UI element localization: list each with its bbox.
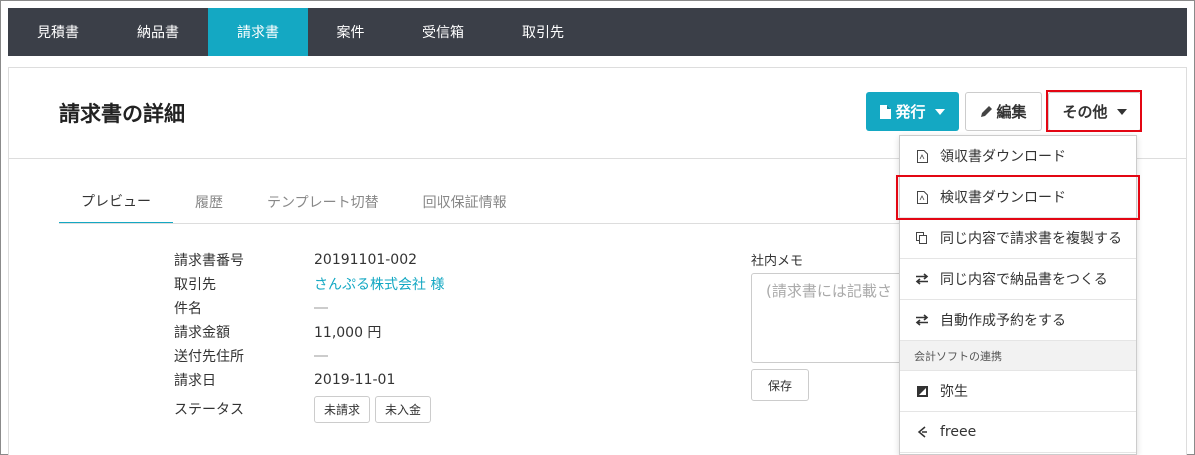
menu-item-freee[interactable]: freee <box>900 412 1136 453</box>
status-badge-unbilled[interactable]: 未請求 <box>314 395 371 423</box>
highlight-box-inspection <box>896 175 1140 220</box>
status-badges: 未請求 未入金 <box>314 395 436 423</box>
menu-item-label: 同じ内容で納品書をつくる <box>940 272 1108 288</box>
amount-value: 11,000 円 <box>314 325 382 341</box>
menu-item-auto-schedule[interactable]: 自動作成予約をする <box>900 300 1136 341</box>
detail-label: 送付先住所 <box>174 349 244 365</box>
menu-item-yayoi[interactable]: 弥生 <box>900 371 1136 412</box>
client-link[interactable]: さんぷる株式会社 様 <box>314 274 444 294</box>
detail-row-number: 請求書番号 20191101-002 <box>174 248 444 272</box>
nav-tab-estimates[interactable]: 見積書 <box>8 8 108 56</box>
top-nav: 見積書 納品書 請求書 案件 受信箱 取引先 <box>8 8 1187 56</box>
nav-tab-projects[interactable]: 案件 <box>308 8 393 56</box>
issue-button[interactable]: 発行 <box>866 92 959 131</box>
memo-input[interactable]: (請求書には記載さ <box>751 273 911 363</box>
chevron-down-icon <box>934 108 945 115</box>
memo-label: 社内メモ <box>751 254 804 269</box>
pencil-icon <box>980 105 993 118</box>
detail-label: 件名 <box>174 301 202 317</box>
tab-preview[interactable]: プレビュー <box>59 180 173 224</box>
nav-tab-delivery[interactable]: 納品書 <box>108 8 208 56</box>
detail-label: ステータス <box>174 402 244 418</box>
menu-item-create-delivery[interactable]: 同じ内容で納品書をつくる <box>900 259 1136 300</box>
invoice-details: 請求書番号 20191101-002 取引先 さんぷる株式会社 様 件名 ― 請… <box>174 248 444 426</box>
menu-item-receipt-download[interactable]: 領収書ダウンロード <box>900 136 1136 177</box>
status-badge-unpaid[interactable]: 未入金 <box>375 395 432 423</box>
copy-icon <box>914 232 930 244</box>
detail-row-date: 請求日 2019-11-01 <box>174 368 444 392</box>
tab-guarantee[interactable]: 回収保証情報 <box>401 180 529 224</box>
menu-item-label: 弥生 <box>940 384 968 400</box>
pdf-icon <box>914 149 930 163</box>
exchange-icon <box>914 314 930 326</box>
date-value: 2019-11-01 <box>314 372 396 388</box>
menu-item-label: 領収書ダウンロード <box>940 149 1066 165</box>
menu-item-duplicate-invoice[interactable]: 同じ内容で請求書を複製する <box>900 218 1136 259</box>
edit-button-label: 編集 <box>996 103 1027 121</box>
subject-value: ― <box>314 300 328 316</box>
invoice-number-value: 20191101-002 <box>314 252 418 268</box>
detail-tabs: プレビュー 履歴 テンプレート切替 回収保証情報 <box>59 180 529 224</box>
exchange-icon <box>914 273 930 285</box>
detail-label: 請求日 <box>174 373 216 389</box>
menu-item-label: 同じ内容で請求書を複製する <box>940 231 1122 247</box>
edit-button[interactable]: 編集 <box>965 92 1042 131</box>
detail-row-subject: 件名 ― <box>174 296 444 320</box>
nav-tab-clients[interactable]: 取引先 <box>493 8 593 56</box>
nav-tab-invoices[interactable]: 請求書 <box>208 8 308 56</box>
detail-row-address: 送付先住所 ― <box>174 344 444 368</box>
tab-history[interactable]: 履歴 <box>173 180 245 224</box>
page-title: 請求書の詳細 <box>59 102 185 126</box>
detail-label: 取引先 <box>174 277 216 293</box>
detail-row-status: ステータス 未請求 未入金 <box>174 392 444 426</box>
address-value: ― <box>314 348 328 364</box>
detail-label: 請求書番号 <box>174 253 244 269</box>
accounting-section-header: 会計ソフトの連携 <box>900 341 1136 371</box>
save-button[interactable]: 保存 <box>751 369 809 401</box>
detail-row-client: 取引先 さんぷる株式会社 様 <box>174 272 444 296</box>
tab-template[interactable]: テンプレート切替 <box>245 180 401 224</box>
menu-item-label: 自動作成予約をする <box>940 313 1066 329</box>
nav-tab-inbox[interactable]: 受信箱 <box>393 8 493 56</box>
yayoi-icon <box>914 385 930 397</box>
detail-row-amount: 請求金額 11,000 円 <box>174 320 444 344</box>
highlight-box-other <box>1046 90 1142 132</box>
menu-item-label: freee <box>940 424 977 440</box>
freee-icon <box>914 426 930 438</box>
document-icon <box>880 104 892 119</box>
detail-label: 請求金額 <box>174 325 230 341</box>
issue-button-label: 発行 <box>895 103 926 121</box>
